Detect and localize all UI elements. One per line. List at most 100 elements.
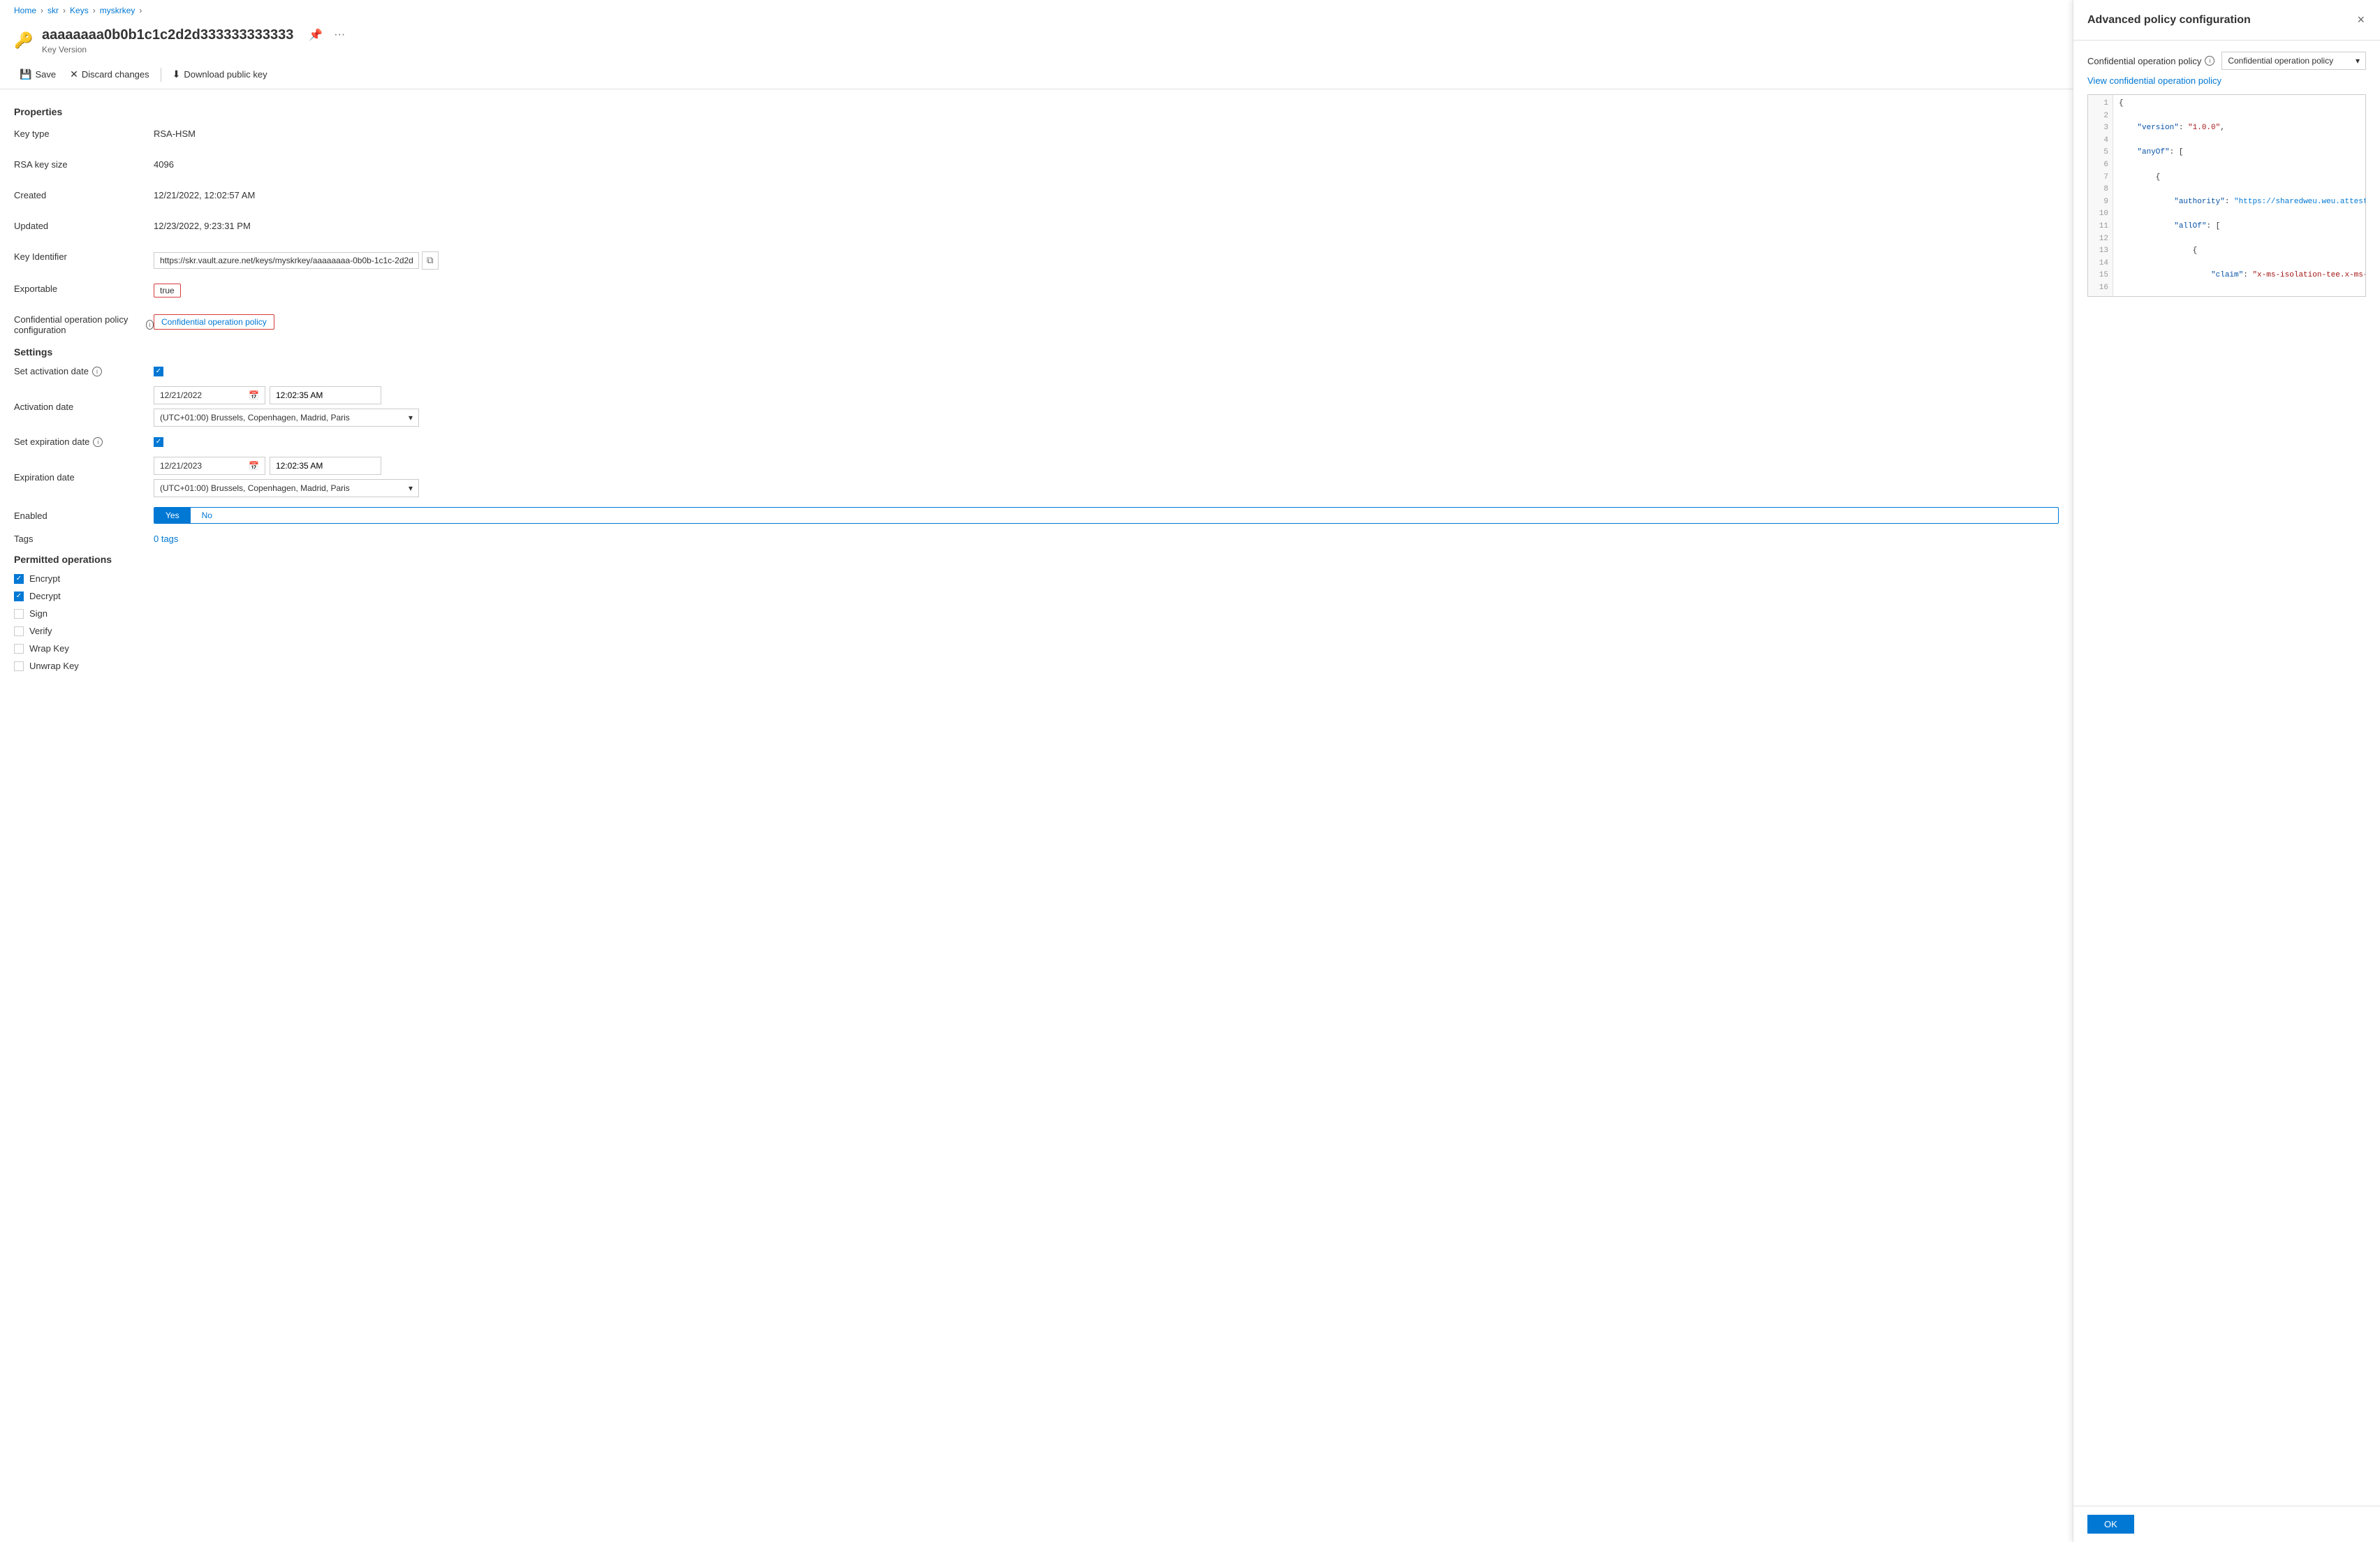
panel-policy-info-icon[interactable]: i bbox=[2205, 56, 2214, 66]
expiration-info-icon[interactable]: i bbox=[93, 437, 103, 447]
exportable-row: Exportable true bbox=[14, 281, 2059, 300]
key-id-row: Key Identifier ⧉ bbox=[14, 249, 2059, 270]
enabled-label: Enabled bbox=[14, 511, 154, 521]
activation-date-row: Activation date 12/21/2022 📅 (UTC+01:00)… bbox=[14, 386, 2059, 427]
breadcrumb-home[interactable]: Home bbox=[14, 6, 36, 15]
policy-info-icon[interactable]: i bbox=[146, 320, 154, 330]
view-policy-link[interactable]: View confidential operation policy bbox=[2087, 75, 2366, 86]
key-type-value: RSA-HSM bbox=[154, 126, 2059, 139]
tags-link[interactable]: 0 tags bbox=[154, 534, 178, 544]
pin-button[interactable]: 📌 bbox=[306, 27, 325, 43]
policy-config-label: Confidential operation policy configurat… bbox=[14, 311, 154, 335]
set-expiration-row: Set expiration date i bbox=[14, 436, 2059, 447]
set-activation-row: Set activation date i bbox=[14, 366, 2059, 376]
activation-checkbox[interactable] bbox=[154, 367, 163, 376]
settings-section-title: Settings bbox=[14, 346, 2059, 358]
key-type-row: Key type RSA-HSM bbox=[14, 126, 2059, 145]
activation-date-label: Activation date bbox=[14, 402, 154, 412]
expiration-time-field[interactable] bbox=[270, 457, 381, 475]
expiration-timezone-select[interactable]: (UTC+01:00) Brussels, Copenhagen, Madrid… bbox=[154, 479, 419, 497]
expiration-date-inputs: 12/21/2023 📅 bbox=[154, 457, 2059, 475]
policy-config-button[interactable]: Confidential operation policy bbox=[154, 314, 274, 330]
policy-select-dropdown[interactable]: Confidential operation policy ▾ bbox=[2221, 52, 2366, 70]
expiration-checkbox-wrapper bbox=[154, 437, 2059, 447]
op-checkbox-unwrap-key[interactable] bbox=[14, 661, 24, 671]
discard-button[interactable]: ✕ Discard changes bbox=[64, 66, 155, 83]
rsa-key-size-row: RSA key size 4096 bbox=[14, 156, 2059, 176]
expiration-date-row: Expiration date 12/21/2023 📅 (UTC+01:00)… bbox=[14, 457, 2059, 497]
created-label: Created bbox=[14, 187, 154, 200]
exportable-label: Exportable bbox=[14, 281, 154, 294]
save-icon: 💾 bbox=[20, 68, 31, 80]
updated-row: Updated 12/23/2022, 9:23:31 PM bbox=[14, 218, 2059, 237]
activation-date-field[interactable]: 12/21/2022 📅 bbox=[154, 386, 265, 404]
main-content: Home › skr › Keys › myskrkey › 🔑 aaaaaaa… bbox=[0, 0, 2073, 1542]
close-panel-button[interactable]: × bbox=[2356, 11, 2366, 29]
properties-section-title: Properties bbox=[14, 106, 2059, 117]
key-type-label: Key type bbox=[14, 126, 154, 139]
page-title: aaaaaaaa0b0b1c1c2d2d333333333333 bbox=[42, 27, 293, 43]
activation-timezone-select[interactable]: (UTC+01:00) Brussels, Copenhagen, Madrid… bbox=[154, 409, 419, 427]
line-numbers: 1 2 3 4 5 6 7 8 9 10 11 12 13 14 15 16 1… bbox=[2088, 95, 2113, 296]
op-row: Verify bbox=[14, 626, 2059, 636]
tags-label: Tags bbox=[14, 534, 154, 544]
op-checkbox-verify[interactable] bbox=[14, 626, 24, 636]
panel-header: Advanced policy configuration × bbox=[2073, 0, 2380, 41]
expiration-checkbox[interactable] bbox=[154, 437, 163, 447]
op-label: Decrypt bbox=[29, 591, 61, 601]
enabled-control: Yes No bbox=[154, 507, 2059, 524]
enabled-yes-button[interactable]: Yes bbox=[154, 508, 191, 523]
breadcrumb-sep2: › bbox=[63, 6, 66, 15]
activation-time-field[interactable] bbox=[270, 386, 381, 404]
expiration-chevron-icon: ▾ bbox=[409, 483, 413, 493]
breadcrumb-keys[interactable]: Keys bbox=[70, 6, 89, 15]
policy-config-row: Confidential operation policy configurat… bbox=[14, 311, 2059, 335]
json-code: { "version": "1.0.0", "anyOf": [ { "auth… bbox=[2113, 95, 2365, 296]
op-checkbox-encrypt[interactable] bbox=[14, 574, 24, 584]
key-id-label: Key Identifier bbox=[14, 249, 154, 262]
copy-key-id-button[interactable]: ⧉ bbox=[422, 251, 439, 270]
op-checkbox-wrap-key[interactable] bbox=[14, 644, 24, 654]
tags-row: Tags 0 tags bbox=[14, 534, 2059, 544]
breadcrumb-sep3: › bbox=[93, 6, 96, 15]
op-row: Decrypt bbox=[14, 591, 2059, 601]
ok-button[interactable]: OK bbox=[2087, 1515, 2134, 1534]
op-row: Sign bbox=[14, 608, 2059, 619]
exportable-badge: true bbox=[154, 284, 181, 298]
save-button[interactable]: 💾 Save bbox=[14, 66, 61, 83]
activation-info-icon[interactable]: i bbox=[92, 367, 102, 376]
page-subtitle: Key Version bbox=[42, 45, 2059, 54]
op-label: Encrypt bbox=[29, 573, 60, 584]
expiration-date-label: Expiration date bbox=[14, 472, 154, 483]
op-checkbox-decrypt[interactable] bbox=[14, 592, 24, 601]
set-activation-label: Set activation date i bbox=[14, 366, 154, 376]
enabled-no-button[interactable]: No bbox=[191, 508, 223, 523]
policy-config-value-wrapper: Confidential operation policy bbox=[154, 311, 2059, 330]
op-checkbox-sign[interactable] bbox=[14, 609, 24, 619]
exportable-value-wrapper: true bbox=[154, 281, 2059, 298]
more-button[interactable]: ··· bbox=[331, 27, 348, 43]
panel-body: Confidential operation policy i Confiden… bbox=[2073, 41, 2380, 1506]
key-id-input[interactable] bbox=[154, 252, 419, 269]
set-expiration-label: Set expiration date i bbox=[14, 436, 154, 447]
advanced-policy-panel: Advanced policy configuration × Confiden… bbox=[2073, 0, 2380, 1542]
op-label: Verify bbox=[29, 626, 52, 636]
op-row: Unwrap Key bbox=[14, 661, 2059, 671]
rsa-key-size-value: 4096 bbox=[154, 156, 2059, 170]
calendar-icon: 📅 bbox=[249, 390, 259, 400]
json-editor[interactable]: 1 2 3 4 5 6 7 8 9 10 11 12 13 14 15 16 1… bbox=[2087, 94, 2366, 297]
expiration-date-field[interactable]: 12/21/2023 📅 bbox=[154, 457, 265, 475]
enabled-row: Enabled Yes No bbox=[14, 507, 2059, 524]
page-header: 🔑 aaaaaaaa0b0b1c1c2d2d333333333333 📌 ···… bbox=[0, 21, 2073, 54]
download-icon: ⬇ bbox=[172, 68, 181, 80]
breadcrumb: Home › skr › Keys › myskrkey › bbox=[0, 0, 2073, 21]
set-expiration-control bbox=[154, 437, 2059, 447]
breadcrumb-skr[interactable]: skr bbox=[47, 6, 59, 15]
breadcrumb-myskrkey[interactable]: myskrkey bbox=[100, 6, 135, 15]
header-info: aaaaaaaa0b0b1c1c2d2d333333333333 📌 ··· K… bbox=[42, 27, 2059, 54]
toolbar: 💾 Save ✕ Discard changes ⬇ Download publ… bbox=[0, 60, 2073, 89]
header-actions: 📌 ··· bbox=[306, 27, 348, 43]
set-activation-control bbox=[154, 367, 2059, 376]
download-button[interactable]: ⬇ Download public key bbox=[167, 66, 273, 83]
breadcrumb-sep4: › bbox=[139, 6, 142, 15]
